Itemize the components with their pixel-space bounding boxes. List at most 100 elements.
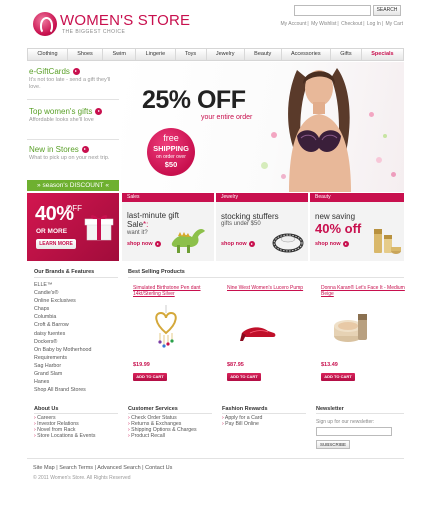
brand-link[interactable]: Columbia (34, 313, 91, 321)
nav-clothing[interactable]: Clothing (28, 49, 68, 60)
brand-link[interactable]: Sag Harbor (34, 362, 91, 370)
search-button[interactable]: SEARCH (373, 5, 401, 16)
add-to-cart-button[interactable]: ADD TO CART (133, 373, 167, 381)
learn-more-button[interactable]: LEARN MORE (36, 239, 76, 249)
nav-shoes[interactable]: Shoes (68, 49, 104, 60)
service-links: Check Order Status Returns & Exchanges S… (128, 415, 197, 439)
nav-toys[interactable]: Toys (176, 49, 207, 60)
arrow-right-icon[interactable] (342, 241, 349, 247)
rewards-title: Fashion Rewards (222, 406, 268, 412)
footer-link[interactable]: Pay Bill Online (222, 421, 262, 427)
sidebar-new-in-stores[interactable]: New in Stores What to pick up on your ne… (29, 145, 119, 162)
shop-now-link[interactable]: shop now (221, 241, 247, 247)
sidebar-top-gifts[interactable]: Top women's gifts Affordable looks she'l… (29, 107, 119, 124)
newsletter-email-input[interactable] (316, 427, 392, 436)
pendant-image[interactable] (150, 303, 182, 351)
advanced-search-link[interactable]: Advanced Search (97, 465, 140, 471)
red-pump-image[interactable] (238, 315, 278, 343)
sidebar-title[interactable]: e-GiftCards (29, 67, 70, 76)
toy-dinosaur-icon (171, 229, 205, 253)
my-wishlist-link[interactable]: My Wishlist (311, 21, 336, 27)
footer-link[interactable]: Product Recall (128, 433, 197, 439)
arrow-right-icon[interactable] (248, 241, 255, 247)
season-discount-bar[interactable]: » season's DISCOUNT « (27, 180, 119, 191)
newsletter-label: Sign up for our newsletter: (316, 419, 375, 425)
search-terms-link[interactable]: Search Terms (59, 465, 93, 471)
divider (222, 413, 306, 414)
face-powder-image[interactable] (330, 310, 370, 346)
contact-us-link[interactable]: Contact Us (145, 465, 172, 471)
ring-icon (272, 233, 304, 253)
divider (128, 413, 212, 414)
logo-subtitle: THE BIGGEST CHOICE (62, 29, 126, 35)
login-link[interactable]: Log In (367, 21, 381, 27)
promo-subtitle: gifts under $50 (221, 221, 261, 227)
promo-title: stocking stuffers (221, 212, 279, 221)
divider (27, 458, 404, 459)
shop-now-link[interactable]: shop now (127, 241, 153, 247)
checkout-link[interactable]: Checkout (341, 21, 362, 27)
free-shipping-badge[interactable]: free SHIPPING on order over $50 (147, 128, 195, 176)
my-account-link[interactable]: My Account (281, 21, 307, 27)
footer-link[interactable]: Store Locations & Events (34, 433, 95, 439)
add-to-cart-button[interactable]: ADD TO CART (227, 373, 261, 381)
promo-category: Jewelry (216, 193, 308, 202)
brand-link[interactable]: Candie's® (34, 289, 91, 297)
sidebar-desc: What to pick up on your next trip. (29, 155, 110, 161)
divider (316, 413, 404, 414)
arrow-right-icon[interactable] (72, 68, 80, 75)
logo-icon[interactable] (33, 12, 57, 36)
site-map-link[interactable]: Site Map (33, 465, 55, 471)
promo-card-jewelry[interactable]: Jewelry stocking stuffers gifts under $5… (215, 193, 308, 261)
nav-jewelry[interactable]: Jewelry (207, 49, 245, 60)
nav-accessories[interactable]: Accessories (282, 49, 331, 60)
promo-discount: 40% off (315, 221, 362, 236)
confetti-dot (383, 134, 387, 138)
promo-card-sales[interactable]: Sales last-minute gift Sale*: want it? s… (121, 193, 214, 261)
brand-link[interactable]: Requirements (34, 354, 91, 362)
brand-link[interactable]: Chaps (34, 305, 91, 313)
best-selling-title: Best Selling Products (128, 269, 185, 275)
brand-link[interactable]: Dockers® (34, 338, 91, 346)
search-input[interactable] (294, 5, 371, 16)
brand-link[interactable]: daisy fuentes (34, 330, 91, 338)
bottom-links: Site Map | Search Terms | Advanced Searc… (33, 465, 173, 471)
logo-title[interactable]: WOMEN'S STORE (60, 12, 190, 29)
arrow-right-icon[interactable] (81, 146, 89, 153)
nav-gifts[interactable]: Gifts (331, 49, 362, 60)
product-name-link[interactable]: Simulated Birthstone Pen dant 14kt/Sterl… (133, 285, 218, 297)
brand-link[interactable]: Croft & Barrow (34, 321, 91, 329)
brands-title: Our Brands & Features (34, 269, 95, 275)
sidebar-title[interactable]: Top women's gifts (29, 107, 92, 116)
sidebar-egiftcards[interactable]: e-GiftCards It's not too late - send a g… (29, 67, 119, 91)
promo-card-beauty[interactable]: Beauty new saving 40% off shop now (309, 193, 404, 261)
product-price: $19.99 (133, 362, 150, 368)
product-name-link[interactable]: Donna Karan® Let's Face It - Medium Beig… (321, 285, 406, 297)
product-name-link[interactable]: Nine West Women's Lucero Pump (227, 285, 312, 291)
add-to-cart-button[interactable]: ADD TO CART (321, 373, 355, 381)
top-links: My Account| My Wishlist| Checkout| Log I… (280, 21, 404, 27)
brand-link[interactable]: Shop All Brand Stores (34, 386, 91, 394)
rewards-links: Apply for a Card Pay Bill Online (222, 415, 262, 427)
subscribe-button[interactable]: SUBSCRIBE (316, 440, 350, 449)
brand-link[interactable]: Online Exclusives (34, 297, 91, 305)
nav-beauty[interactable]: Beauty (245, 49, 282, 60)
copyright: © 2011 Women's Store. All Rights Reserve… (33, 475, 131, 481)
brand-link[interactable]: On Baby by Motherhood (34, 346, 91, 354)
brand-link[interactable]: Hanes (34, 378, 91, 386)
arrow-right-icon[interactable] (95, 108, 103, 115)
sidebar-desc: It's not too late - send a gift they'll … (29, 77, 111, 90)
badge-line: SHIPPING (153, 144, 189, 153)
promo-subtitle: want it? (127, 230, 148, 236)
nav-specials[interactable]: Specials (362, 49, 403, 60)
model-photo (288, 68, 351, 192)
divider (27, 99, 119, 100)
nav-lingerie[interactable]: Lingerie (136, 49, 176, 60)
nav-swim[interactable]: Swim (103, 49, 137, 60)
sidebar-title[interactable]: New in Stores (29, 145, 79, 154)
brand-link[interactable]: Grand Slam (34, 370, 91, 378)
brand-link[interactable]: ELLE™ (34, 281, 91, 289)
shop-now-link[interactable]: shop now (315, 241, 341, 247)
arrow-right-icon[interactable] (154, 241, 161, 247)
my-cart-link[interactable]: My Cart (386, 21, 404, 27)
